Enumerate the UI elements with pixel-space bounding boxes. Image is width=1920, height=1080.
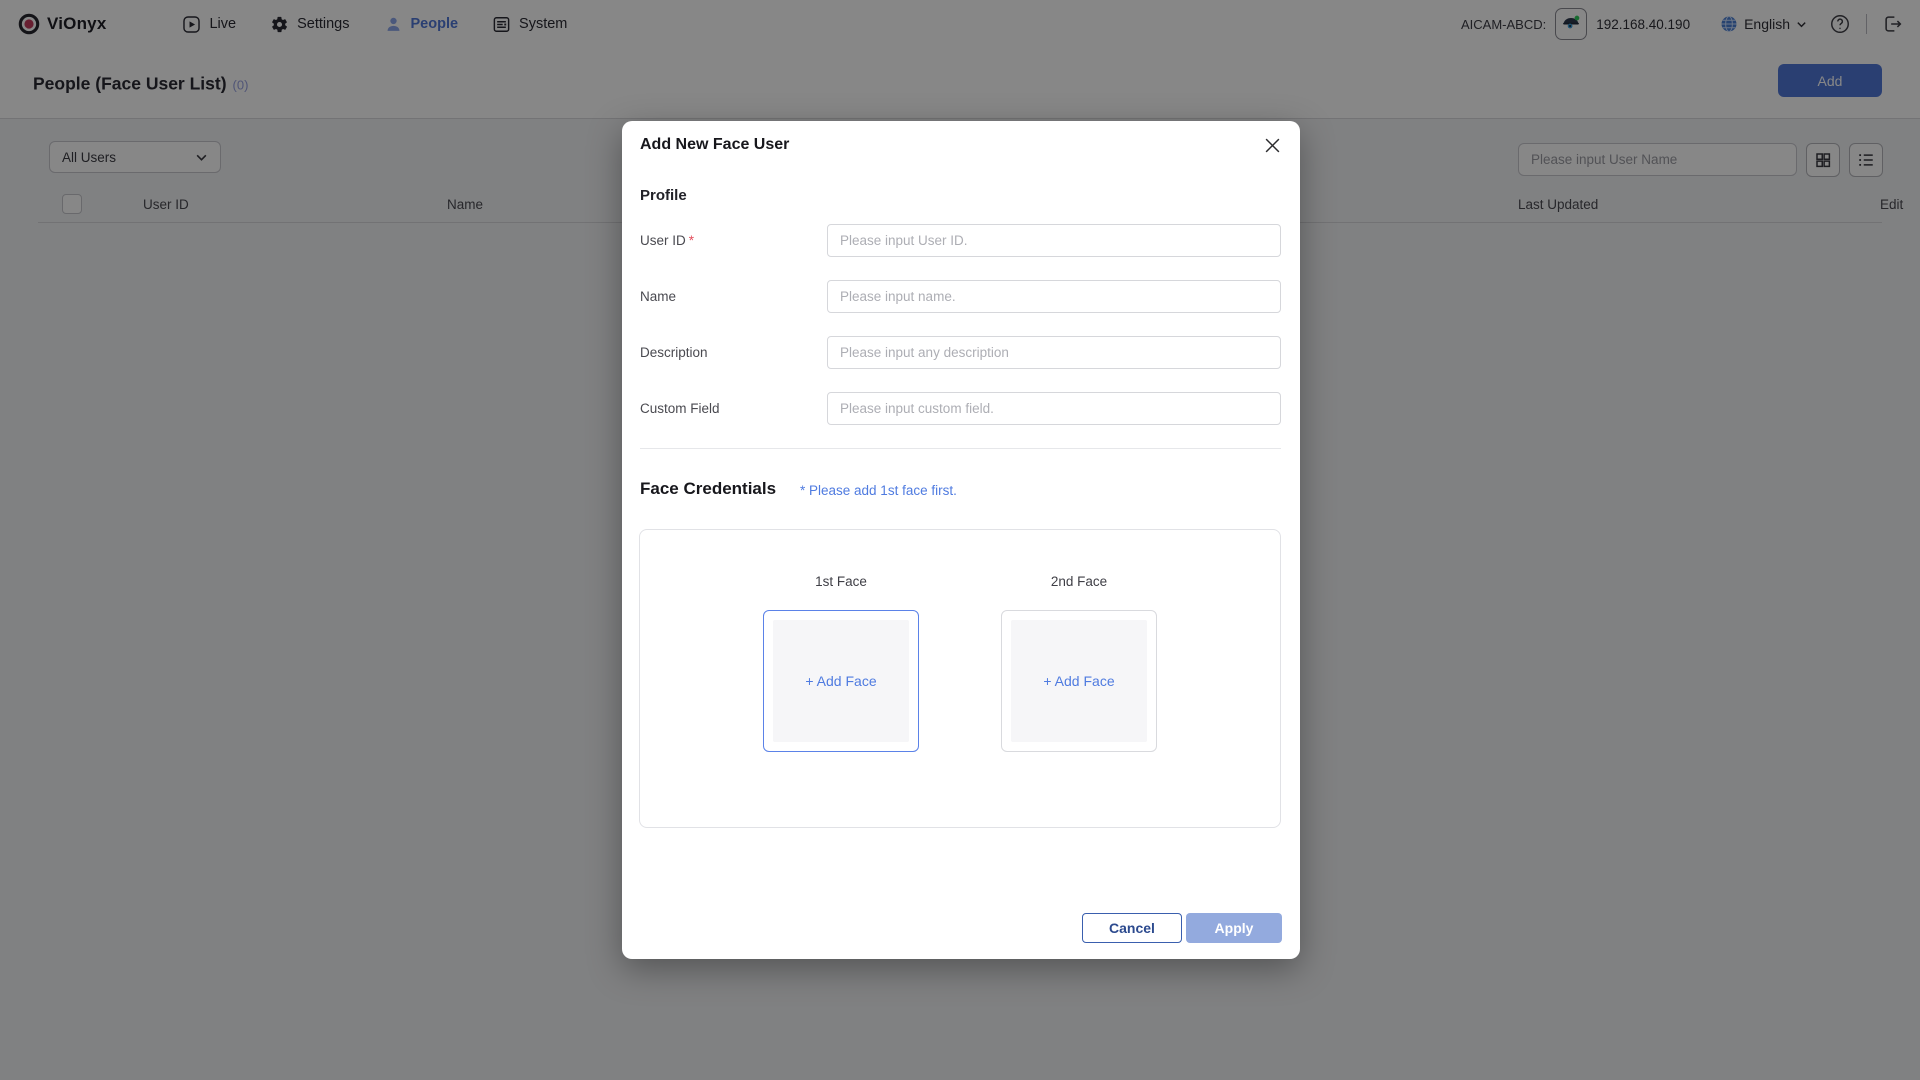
user-id-label: User ID* [640, 224, 694, 257]
second-face-label: 2nd Face [1001, 574, 1157, 589]
field-row-description: Description [640, 336, 1281, 369]
add-face-action: + Add Face [1043, 673, 1114, 689]
field-row-user-id: User ID* [640, 224, 1281, 257]
section-divider [640, 448, 1281, 449]
close-icon[interactable] [1260, 133, 1284, 157]
label-text: Custom Field [640, 401, 720, 416]
screen: ViOnyx Live [0, 0, 1920, 1080]
user-id-field[interactable] [827, 224, 1281, 257]
modal-footer: Cancel Apply [622, 913, 1300, 943]
custom-field-input[interactable] [827, 392, 1281, 425]
add-face-user-modal: Add New Face User Profile User ID* Name … [622, 121, 1300, 959]
field-row-name: Name [640, 280, 1281, 313]
first-face-label: 1st Face [763, 574, 919, 589]
label-text: User ID [640, 233, 686, 248]
name-field[interactable] [827, 280, 1281, 313]
name-label: Name [640, 280, 676, 313]
modal-title: Add New Face User [640, 133, 789, 157]
custom-field-label: Custom Field [640, 392, 720, 425]
face-credentials-panel: 1st Face 2nd Face + Add Face + Add Face [639, 529, 1281, 828]
description-label: Description [640, 336, 708, 369]
field-row-custom-field: Custom Field [640, 392, 1281, 425]
profile-section-heading: Profile [640, 187, 687, 204]
face-credentials-note: * Please add 1st face first. [800, 483, 957, 498]
add-face-action: + Add Face [805, 673, 876, 689]
label-text: Description [640, 345, 708, 360]
add-first-face-button[interactable]: + Add Face [763, 610, 919, 752]
description-field[interactable] [827, 336, 1281, 369]
apply-button[interactable]: Apply [1186, 913, 1282, 943]
face-credentials-heading: Face Credentials [640, 479, 776, 499]
required-asterisk: * [689, 233, 694, 248]
cancel-button[interactable]: Cancel [1082, 913, 1182, 943]
label-text: Name [640, 289, 676, 304]
add-second-face-button[interactable]: + Add Face [1001, 610, 1157, 752]
